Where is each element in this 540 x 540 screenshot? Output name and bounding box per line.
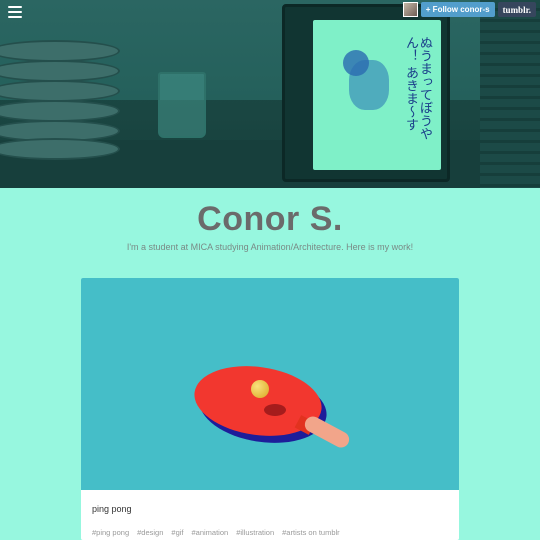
tag-link[interactable]: #illustration [236,528,274,537]
tumblr-button[interactable]: tumblr. [497,2,536,17]
tag-link[interactable]: #design [137,528,163,537]
header-blinds [480,0,540,188]
header-screen: ぬうまってぼうやん！ あきま〜す [313,20,441,170]
blog-description: I'm a student at MICA studying Animation… [126,242,414,252]
ping-pong-ball [251,380,269,398]
menu-icon[interactable] [8,6,22,20]
screen-character-head [343,50,369,76]
tag-link[interactable]: #ping pong [92,528,129,537]
paddle-handle [302,413,352,451]
blog-title[interactable]: Conor S. [0,200,540,239]
post-tags: #ping pong #design #gif #animation #illu… [92,528,340,537]
post-caption: ping pong [92,504,132,514]
follow-button[interactable]: + Follow conor-s [420,2,495,17]
screen-script-text: ぬうまってぼうやん！ あきま〜す [403,36,432,140]
tag-link[interactable]: #animation [192,528,229,537]
header-glass [158,72,206,138]
avatar[interactable] [402,2,418,17]
tag-link[interactable]: #artists on tumblr [282,528,340,537]
follow-controls: + Follow conor-s tumblr. [402,2,536,17]
ball-shadow [264,404,286,416]
post-card: ping pong #ping pong #design #gif #anima… [81,278,459,540]
header-image: ぬうまってぼうやん！ あきま〜す [0,0,540,188]
post-image[interactable] [81,278,459,490]
header-plates [0,40,130,160]
tag-link[interactable]: #gif [171,528,183,537]
